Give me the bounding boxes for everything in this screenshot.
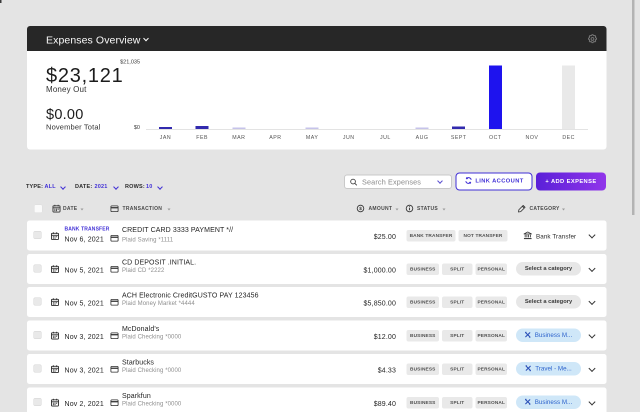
svg-text:$: $	[359, 206, 362, 211]
